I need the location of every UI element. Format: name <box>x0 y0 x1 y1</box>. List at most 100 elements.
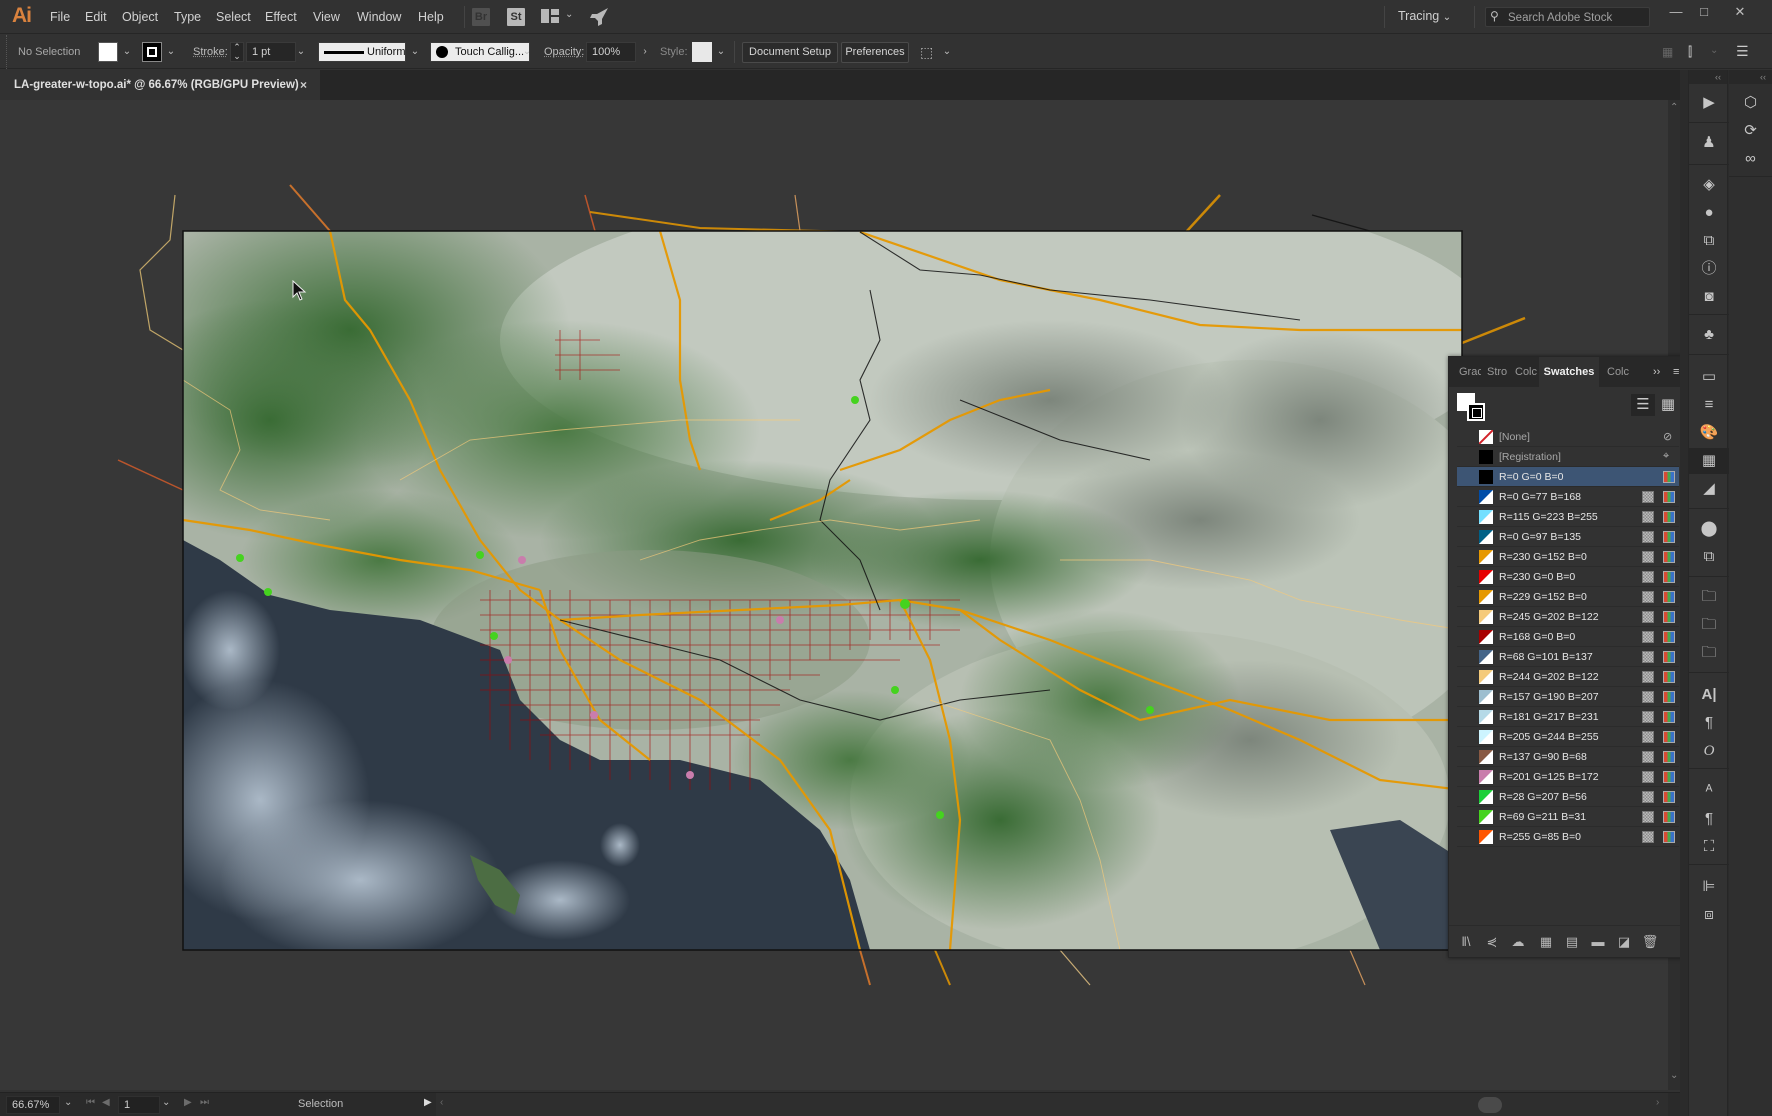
gpu-performance-rocket-icon[interactable] <box>588 6 610 28</box>
delete-swatch-icon[interactable]: 🗑 <box>1641 934 1659 950</box>
swatch-row[interactable]: R=244 G=202 B=122 <box>1457 667 1679 687</box>
pathfinder-icon[interactable]: ⧉ <box>1689 544 1729 570</box>
collapse-dock-icon[interactable]: ‹‹ <box>1729 70 1772 84</box>
swatch-row[interactable]: R=230 G=152 B=0 <box>1457 547 1679 567</box>
share-swatches-icon[interactable]: ⋞ <box>1483 934 1501 950</box>
symbols-icon[interactable]: ♣ <box>1689 322 1729 348</box>
swatch-row[interactable]: R=157 G=190 B=207 <box>1457 687 1679 707</box>
swatch-row[interactable]: R=137 G=90 B=68 <box>1457 747 1679 767</box>
profile-dropdown-chevron[interactable]: ⌄ <box>408 43 422 61</box>
brush-dropdown-chevron[interactable]: ⌄ <box>520 43 534 61</box>
stroke-weight-dropdown[interactable]: ⌄ <box>294 43 308 61</box>
collapse-dock-icon[interactable]: ‹‹ <box>1689 70 1727 84</box>
bridge-icon[interactable]: Br <box>472 8 490 26</box>
swatch-row[interactable]: R=115 G=223 B=255 <box>1457 507 1679 527</box>
variable-width-profile[interactable]: Uniform <box>318 42 406 62</box>
fill-color-swatch[interactable] <box>98 42 118 62</box>
style-dropdown-chevron[interactable]: ⌄ <box>714 43 728 61</box>
horizontal-scrollbar[interactable]: ‹ › <box>436 1093 1668 1116</box>
artboards-icon[interactable]: ⛶ <box>1689 834 1729 860</box>
arrange-panels-icon[interactable]: ▦ <box>1662 45 1673 59</box>
puppet-warp-icon[interactable]: ♟ <box>1689 130 1729 156</box>
swatch-row[interactable]: R=229 G=152 B=0 <box>1457 587 1679 607</box>
cc-library-cloud-icon[interactable]: ☁ <box>1509 934 1527 950</box>
swatch-options-icon[interactable]: ▤ <box>1563 934 1581 950</box>
select-similar-icon[interactable]: ⬚ <box>920 44 933 61</box>
appearance-icon[interactable]: ● <box>1689 200 1729 226</box>
swatch-row[interactable]: R=0 G=77 B=168 <box>1457 487 1679 507</box>
horizontal-scroll-thumb[interactable] <box>1478 1097 1502 1113</box>
new-color-group-icon[interactable]: ▬ <box>1589 934 1607 949</box>
stroke-weight-stepper[interactable]: ⌃ ⌄ <box>230 42 244 62</box>
menu-object[interactable]: Object <box>122 10 158 24</box>
fill-stroke-indicator[interactable] <box>1457 393 1491 427</box>
swatch-row[interactable]: R=245 G=202 B=122 <box>1457 607 1679 627</box>
menu-window[interactable]: Window <box>357 10 401 24</box>
opentype-icon[interactable]: O <box>1689 738 1729 764</box>
layers-icon[interactable]: ◈ <box>1689 172 1729 198</box>
swatch-row[interactable]: R=0 G=0 B=0 <box>1457 467 1679 487</box>
select-similar-chevron[interactable]: ⌄ <box>940 43 954 61</box>
color-palette-icon[interactable]: 🎨 <box>1689 420 1729 446</box>
stroke-color-swatch[interactable] <box>142 42 162 62</box>
chevron-down-icon[interactable]: ⌄ <box>565 9 573 20</box>
next-artboard-icon[interactable]: ▶ <box>184 1097 192 1108</box>
status-menu-arrow[interactable]: ▶ <box>424 1097 432 1108</box>
menu-view[interactable]: View <box>313 10 340 24</box>
opacity-label[interactable]: Opacity: <box>544 46 584 58</box>
swatch-row[interactable]: R=181 G=217 B=231 <box>1457 707 1679 727</box>
gradient-icon[interactable]: ▭ <box>1689 364 1729 390</box>
libraries-icon-2[interactable]: 🗀 <box>1689 612 1729 638</box>
chevron-down-icon[interactable]: ⌄ <box>1710 45 1718 56</box>
stroke-icon[interactable]: ≡ <box>1689 392 1729 418</box>
menu-edit[interactable]: Edit <box>85 10 107 24</box>
tab-stroke[interactable]: Stro <box>1483 357 1509 387</box>
scroll-up-arrow[interactable]: ⌃ <box>1670 102 1678 113</box>
info-icon[interactable]: ⓘ <box>1689 256 1729 282</box>
stroke-dropdown-chevron[interactable]: ⌄ <box>164 43 178 61</box>
document-tab[interactable]: LA-greater-w-topo.ai* @ 66.67% (RGB/GPU … <box>0 70 320 100</box>
image-trace-icon[interactable]: ◙ <box>1689 284 1729 310</box>
paragraph-icon[interactable]: ¶ <box>1689 710 1729 736</box>
last-artboard-icon[interactable]: ⏭ <box>200 1097 209 1108</box>
preferences-button[interactable]: Preferences <box>841 42 909 63</box>
opacity-arrow[interactable]: › <box>638 43 652 61</box>
menu-effect[interactable]: Effect <box>265 10 297 24</box>
align-panel-icon[interactable]: ⫿ <box>1688 44 1692 60</box>
close-tab-icon[interactable]: × <box>300 78 307 92</box>
control-bar-grip[interactable] <box>6 35 9 69</box>
swatch-row[interactable]: R=69 G=211 B=31 <box>1457 807 1679 827</box>
menu-select[interactable]: Select <box>216 10 251 24</box>
current-tool-status[interactable]: Selection <box>298 1098 343 1110</box>
swatch-row[interactable]: R=68 G=101 B=137 <box>1457 647 1679 667</box>
grid-view-button[interactable]: ▦ <box>1656 394 1680 416</box>
character-styles-icon[interactable]: ᴬ <box>1689 778 1729 804</box>
paragraph-styles-icon[interactable]: ¶ <box>1689 806 1729 832</box>
menu-help[interactable]: Help <box>418 10 444 24</box>
swatch-row[interactable]: R=201 G=125 B=172 <box>1457 767 1679 787</box>
panel-expand-icon[interactable]: ›› <box>1649 357 1664 387</box>
stroke-weight-input[interactable]: 1 pt <box>246 42 296 62</box>
zoom-level-field[interactable]: 66.67% <box>6 1096 60 1114</box>
first-artboard-icon[interactable]: ⏮ <box>86 1097 95 1108</box>
tab-gradient[interactable]: Grac <box>1455 357 1481 387</box>
scroll-right-arrow[interactable]: › <box>1656 1097 1659 1108</box>
artboard-number-field[interactable]: 1 <box>118 1096 160 1114</box>
swatch-row[interactable]: R=255 G=85 B=0 <box>1457 827 1679 847</box>
tab-color-guide[interactable]: Colc <box>1603 357 1631 387</box>
new-swatch-icon[interactable]: ◪ <box>1615 934 1633 950</box>
minimize-button[interactable]: — <box>1662 2 1690 22</box>
stock-search-field[interactable]: ⚲ <box>1485 7 1650 27</box>
list-view-button[interactable]: ☰ <box>1631 394 1655 416</box>
graphic-style-swatch[interactable] <box>692 42 712 62</box>
cc-market-icon[interactable]: ⬡ <box>1729 90 1772 116</box>
actions-play-icon[interactable]: ▶ <box>1689 90 1729 116</box>
fill-dropdown-chevron[interactable]: ⌄ <box>120 43 134 61</box>
panel-menu-icon[interactable]: ☰ <box>1736 43 1749 60</box>
transparency-icon[interactable]: ⬤ <box>1689 516 1729 542</box>
swatch-row[interactable]: R=28 G=207 B=56 <box>1457 787 1679 807</box>
stock-icon[interactable]: St <box>507 8 525 26</box>
libraries-icon-1[interactable]: 🗀 <box>1689 584 1729 610</box>
align-icon[interactable]: ⊫ <box>1689 874 1729 900</box>
swatch-row[interactable]: [None] ⊘ <box>1457 427 1679 447</box>
